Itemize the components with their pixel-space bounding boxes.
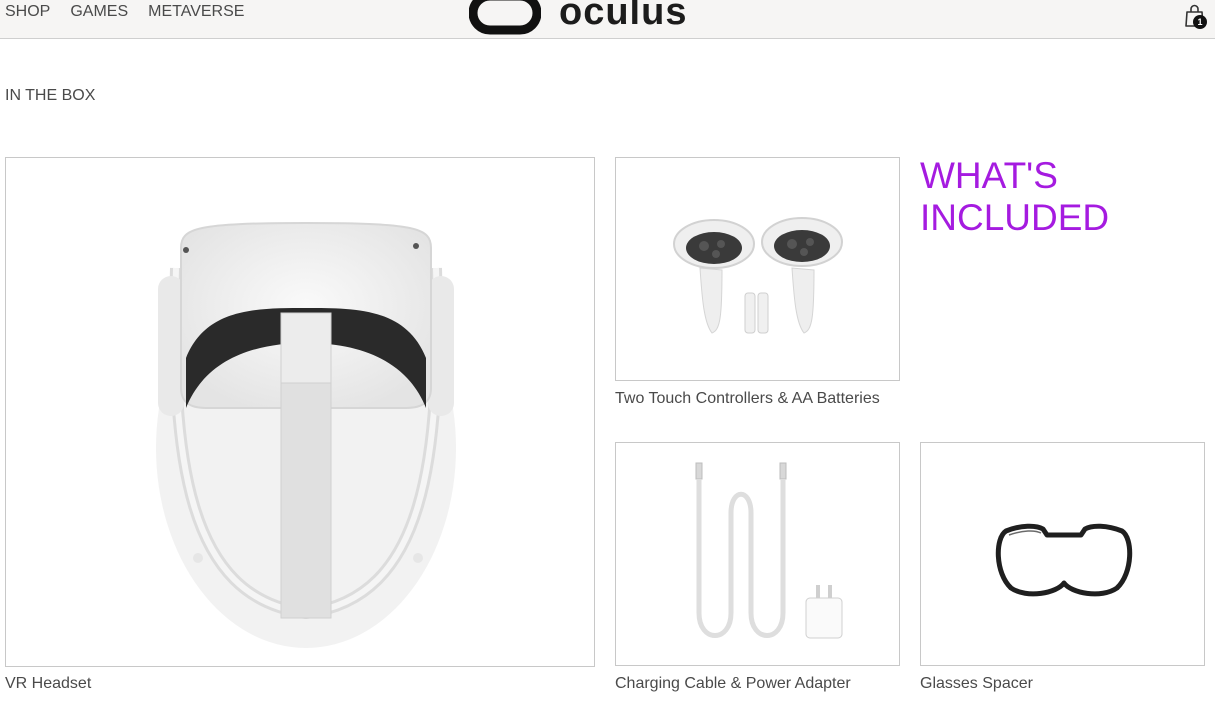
product-card-headset	[5, 157, 595, 667]
cart-button[interactable]: 1	[1181, 2, 1211, 32]
nav-item-metaverse[interactable]: METAVERSE	[148, 3, 244, 21]
glasses-spacer-image	[995, 523, 1133, 597]
main-nav: SHOP GAMES METAVERSE	[5, 3, 244, 21]
oculus-logo-icon	[469, 0, 541, 35]
section-title: IN THE BOX	[5, 87, 96, 104]
nav-item-games[interactable]: GAMES	[70, 3, 128, 21]
product-card-charging-cable	[615, 442, 900, 666]
caption-charging-cable: Charging Cable & Power Adapter	[615, 675, 851, 692]
caption-glasses-spacer: Glasses Spacer	[920, 675, 1033, 692]
brand-name: oculus	[559, 0, 688, 33]
product-card-glasses-spacer	[920, 442, 1205, 666]
whats-included-heading: WHAT'S INCLUDED	[920, 155, 1110, 238]
vr-headset-image	[156, 221, 456, 648]
nav-item-shop[interactable]: SHOP	[5, 3, 50, 21]
caption-headset: VR Headset	[5, 675, 92, 692]
charging-cable-image	[695, 462, 843, 639]
caption-controllers: Two Touch Controllers & AA Batteries	[615, 390, 880, 407]
touch-controllers-image	[673, 217, 843, 334]
product-card-controllers	[615, 157, 900, 381]
brand-logo[interactable]: oculus	[469, 0, 687, 36]
cart-count-badge: 1	[1193, 15, 1207, 29]
top-navigation-bar: SHOP GAMES METAVERSE oculus 1	[0, 0, 1215, 39]
